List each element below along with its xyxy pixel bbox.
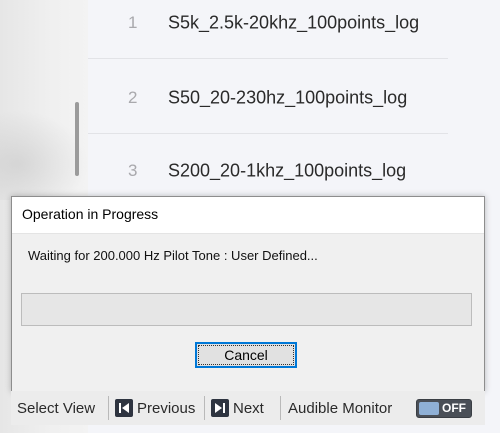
audible-monitor-toggle[interactable]: OFF <box>416 399 472 418</box>
list-divider <box>88 133 448 134</box>
dialog-title: Operation in Progress <box>22 206 159 222</box>
toolbar-divider <box>280 396 281 420</box>
scrollbar-thumb[interactable] <box>75 102 79 176</box>
list-item-number: 1 <box>128 13 138 32</box>
previous-button[interactable]: Previous <box>115 391 195 425</box>
list-item[interactable]: 1 S5k_2.5k-20khz_100points_log <box>88 0 500 59</box>
skip-previous-icon <box>115 399 133 417</box>
list-item-label: S200_20-1khz_100points_log <box>168 160 407 181</box>
dialog-titlebar[interactable]: Operation in Progress <box>12 197 484 234</box>
toolbar-divider <box>108 396 109 420</box>
list-item-number: 2 <box>128 88 138 107</box>
bottom-toolbar: Select View Previous Next Audible Monito… <box>11 391 485 425</box>
previous-label: Previous <box>137 399 196 417</box>
dialog-message: Waiting for 200.000 Hz Pilot Tone : User… <box>28 248 318 263</box>
select-view-label: Select View <box>17 399 96 417</box>
toggle-state: OFF <box>442 401 466 415</box>
next-button[interactable]: Next <box>211 391 264 425</box>
list-item-label: S50_20-230hz_100points_log <box>168 87 408 108</box>
list-item-label: S5k_2.5k-20khz_100points_log <box>168 12 420 33</box>
select-view-button[interactable]: Select View <box>17 391 95 425</box>
list-divider <box>88 58 448 59</box>
toggle-knob <box>419 402 439 415</box>
progress-bar <box>21 293 472 326</box>
audible-monitor-text: Audible Monitor <box>288 399 393 417</box>
skip-next-icon <box>211 399 229 417</box>
audible-monitor-label: Audible Monitor <box>288 391 392 425</box>
list-item[interactable]: 2 S50_20-230hz_100points_log <box>88 62 500 134</box>
progress-dialog: Operation in Progress Waiting for 200.00… <box>11 196 485 392</box>
next-label: Next <box>233 399 264 417</box>
cancel-button-label: Cancel <box>198 345 294 365</box>
list-item-number: 3 <box>128 161 138 180</box>
cancel-button[interactable]: Cancel <box>195 342 297 368</box>
toolbar-divider <box>204 396 205 420</box>
